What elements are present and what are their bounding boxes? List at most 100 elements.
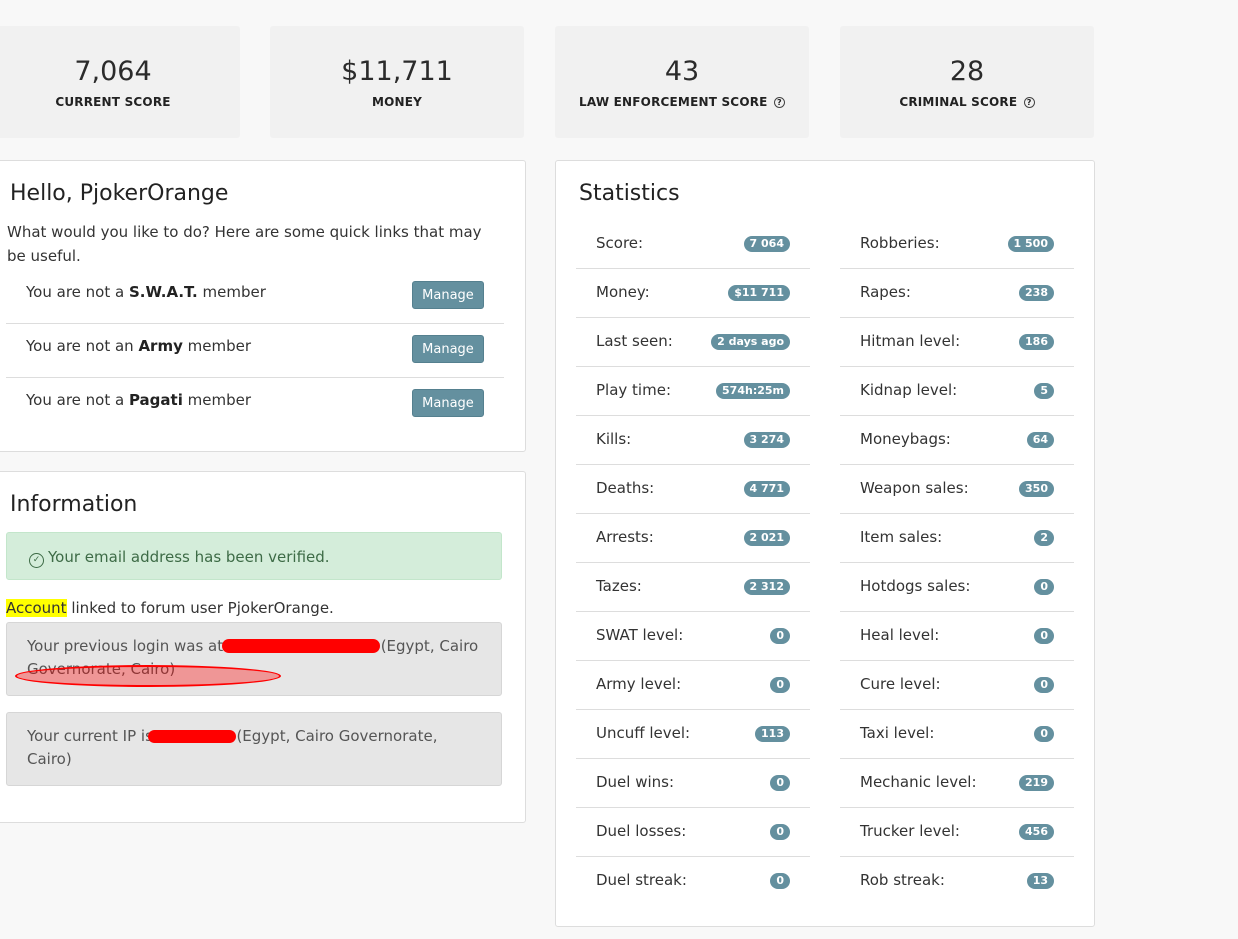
stat-value-badge: 0 — [770, 824, 790, 840]
criminal-score-label: CRIMINAL SCORE — [899, 95, 1018, 109]
stat-label: Army level: — [596, 675, 682, 693]
stat-value-badge: 1 500 — [1007, 236, 1054, 252]
stat-label: Trucker level: — [860, 822, 960, 840]
stat-label: SWAT level: — [596, 626, 684, 644]
stat-row: Trucker level: 456 — [840, 808, 1074, 857]
stat-label: Item sales: — [860, 528, 943, 546]
manage-army-button[interactable]: Manage — [412, 335, 484, 363]
membership-suffix: member — [197, 283, 266, 301]
stat-value-badge: 0 — [770, 628, 790, 644]
statistics-panel: Statistics Score: 7 064 Money: $11 711 Last … — [555, 160, 1095, 927]
current-score-value: 7,064 — [74, 56, 152, 87]
stat-value-badge: 0 — [770, 873, 790, 889]
stat-label: Rob streak: — [860, 871, 945, 889]
membership-prefix: You are not a — [26, 283, 129, 301]
stat-label: Kidnap level: — [860, 381, 958, 399]
help-icon[interactable]: ? — [773, 97, 785, 108]
stat-row: Score: 7 064 — [576, 220, 810, 269]
redacted-ip — [221, 639, 380, 653]
membership-text: You are not a Pagati member — [26, 391, 251, 409]
membership-prefix: You are not an — [26, 337, 139, 355]
stat-label: Weapon sales: — [860, 479, 969, 497]
manage-swat-button[interactable]: Manage — [412, 281, 484, 309]
statistics-right-column: Robberies: 1 500 Rapes: 238 Hitman level: 186… — [840, 220, 1074, 905]
stat-label: Cure level: — [860, 675, 941, 693]
stat-value-badge: 0 — [1034, 579, 1054, 595]
membership-prefix: You are not a — [26, 391, 129, 409]
stat-value-badge: 7 064 — [743, 236, 790, 252]
stat-value-badge: 0 — [1034, 677, 1054, 693]
stat-label: Duel losses: — [596, 822, 687, 840]
linked-text: linked to forum user PjokerOrange. — [66, 599, 334, 617]
manage-pagati-button[interactable]: Manage — [412, 389, 484, 417]
forum-link-text: Account linked to forum user PjokerOrang… — [6, 599, 334, 617]
email-verified-text: Your email address has been verified. — [48, 548, 330, 566]
stat-row: Item sales: 2 — [840, 514, 1074, 563]
law-enforcement-score-label-wrap: LAW ENFORCEMENT SCORE ? — [555, 95, 809, 109]
criminal-score-label-wrap: CRIMINAL SCORE ? — [840, 95, 1094, 109]
stat-row: Duel losses: 0 — [576, 808, 810, 857]
stat-value-badge: 238 — [1019, 285, 1054, 301]
stat-value-badge: 64 — [1026, 432, 1054, 448]
membership-row-army: You are not an Army member Manage — [6, 323, 504, 378]
stat-value-badge: 3 274 — [743, 432, 790, 448]
current-score-card: 7,064 CURRENT SCORE — [0, 26, 240, 138]
stat-value-badge: 0 — [1034, 726, 1054, 742]
money-value: $11,711 — [341, 56, 453, 87]
stat-row: Hitman level: 186 — [840, 318, 1074, 367]
help-icon[interactable]: ? — [1023, 97, 1035, 108]
stat-label: Arrests: — [596, 528, 654, 546]
stat-value-badge: 2 — [1034, 530, 1054, 546]
stat-value-badge: 4 771 — [743, 481, 790, 497]
stat-row: Army level: 0 — [576, 661, 810, 710]
stat-row: Arrests: 2 021 — [576, 514, 810, 563]
stat-value-badge: 2 021 — [743, 530, 790, 546]
stat-label: Money: — [596, 283, 650, 301]
money-label: MONEY — [371, 95, 423, 109]
email-verified-alert: ✓ Your email address has been verified. — [6, 532, 502, 580]
stat-row: Taxi level: 0 — [840, 710, 1074, 759]
stat-label: Robberies: — [860, 234, 940, 252]
redacted-ip — [147, 730, 236, 743]
stat-row: Mechanic level: 219 — [840, 759, 1074, 808]
stat-row: Hotdogs sales: 0 — [840, 563, 1074, 612]
hello-title: Hello, PjokerOrange — [10, 181, 229, 206]
stat-row: Moneybags: 64 — [840, 416, 1074, 465]
stat-label: Taxi level: — [860, 724, 935, 742]
stat-label: Hotdogs sales: — [860, 577, 971, 595]
stat-value-badge: 456 — [1019, 824, 1054, 840]
account-word: Account — [6, 599, 67, 617]
stat-row: Cure level: 0 — [840, 661, 1074, 710]
check-circle-icon: ✓ — [29, 553, 44, 568]
law-enforcement-score-label: LAW ENFORCEMENT SCORE — [579, 95, 768, 109]
membership-text: You are not a S.W.A.T. member — [26, 283, 266, 301]
stat-label: Duel wins: — [596, 773, 675, 791]
stat-value-badge: 0 — [770, 677, 790, 693]
stat-value-badge: 2 days ago — [711, 334, 790, 350]
stat-row: Rob streak: 13 — [840, 857, 1074, 905]
stat-label: Kills: — [596, 430, 632, 448]
stat-row: Duel streak: 0 — [576, 857, 810, 905]
stat-row: Money: $11 711 — [576, 269, 810, 318]
stat-value-badge: 186 — [1019, 334, 1054, 350]
stat-row: Tazes: 2 312 — [576, 563, 810, 612]
stat-label: Deaths: — [596, 479, 655, 497]
stat-label: Hitman level: — [860, 332, 961, 350]
stat-row: Weapon sales: 350 — [840, 465, 1074, 514]
previous-login-box: Your previous login was at (Egypt, Cairo… — [6, 622, 502, 696]
redaction-scribble — [15, 665, 281, 687]
stat-label: Moneybags: — [860, 430, 951, 448]
membership-suffix: member — [182, 337, 252, 355]
stat-value-badge: 113 — [755, 726, 790, 742]
stat-label: Uncuff level: — [596, 724, 691, 742]
criminal-score-card: 28 CRIMINAL SCORE ? — [840, 26, 1094, 138]
current-ip-box: Your current IP is (Egypt, Cairo Governo… — [6, 712, 502, 786]
membership-group: Army — [138, 337, 183, 355]
stat-label: Tazes: — [596, 577, 642, 595]
stat-row: Kills: 3 274 — [576, 416, 810, 465]
stat-label: Play time: — [596, 381, 671, 399]
stat-label: Mechanic level: — [860, 773, 977, 791]
stat-label: Heal level: — [860, 626, 940, 644]
membership-row-swat: You are not a S.W.A.T. member Manage — [6, 269, 504, 324]
stat-value-badge: 219 — [1019, 775, 1054, 791]
